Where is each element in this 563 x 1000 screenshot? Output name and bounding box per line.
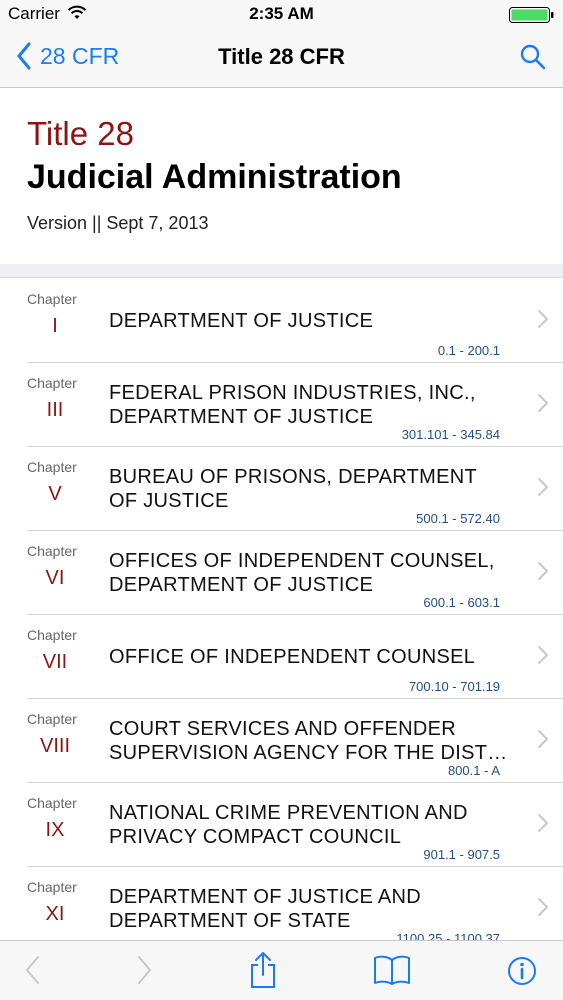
back-button[interactable]: 28 CFR (16, 42, 119, 70)
chevron-right-icon (538, 814, 548, 832)
bottom-toolbar (0, 940, 563, 1000)
chapter-numeral: I (52, 315, 58, 337)
chapter-label: Chapter (27, 459, 77, 475)
search-icon[interactable] (519, 43, 547, 71)
section-divider (0, 264, 563, 278)
chapter-row[interactable]: Chapter III FEDERAL PRISON INDUSTRIES, INC… (27, 363, 563, 447)
chapter-label: Chapter (27, 375, 77, 391)
chapter-label: Chapter (27, 291, 77, 307)
chapter-row[interactable]: Chapter VII OFFICE OF INDEPENDENT COUNSEL 7… (27, 615, 563, 699)
bookmarks-icon[interactable] (373, 954, 411, 986)
chapter-name: OFFICES OF INDEPENDENT COUNSEL, DEPARTMEN… (109, 549, 509, 597)
chapter-name-line: FEDERAL PRISON INDUSTRIES, INC., (109, 382, 476, 404)
chapter-section-range: 700.10 - 701.19 (408, 679, 500, 694)
chapter-section-range: 1100.25 - 1100.37 (396, 931, 500, 940)
chapter-name: DEPARTMENT OF JUSTICE AND DEPARTMENT OF S… (109, 885, 509, 933)
chapter-numeral: VII (42, 651, 68, 673)
chapter-section-range: 500.1 - 572.40 (416, 511, 500, 526)
chapter-name: DEPARTMENT OF JUSTICE (109, 309, 509, 333)
back-button-label: 28 CFR (40, 42, 120, 69)
chapter-numeral: XI (45, 903, 65, 925)
chapter-section-range: 301.101 - 345.84 (401, 427, 500, 442)
chapter-name-line: DEPARTMENT OF STATE (109, 910, 351, 932)
chapter-numeral: VI (45, 567, 65, 589)
chapter-row[interactable]: Chapter I DEPARTMENT OF JUSTICE 0.1 - 200.1 (27, 279, 563, 363)
status-bar: Carrier 2:35 AM (0, 0, 563, 30)
chapter-name: BUREAU OF PRISONS, DEPARTMENT OF JUSTICE (109, 465, 509, 513)
chevron-left-icon (17, 42, 31, 70)
chapter-name-line: DEPARTMENT OF JUSTICE (109, 406, 374, 428)
chapter-name-line: DEPARTMENT OF JUSTICE AND (109, 886, 421, 908)
chapter-numeral: VIII (39, 735, 70, 757)
chapter-numeral: III (46, 399, 64, 421)
chevron-right-icon (538, 646, 548, 664)
chevron-right-icon (538, 898, 548, 916)
chapter-name-line: DEPARTMENT OF JUSTICE (109, 574, 374, 596)
chapter-name: NATIONAL CRIME PREVENTION AND PRIVACY COM… (109, 801, 509, 849)
chapter-name-line: PRIVACY COMPACT COUNCIL (109, 826, 402, 848)
chapter-name-line: OFFICES OF INDEPENDENT COUNSEL, (109, 550, 495, 572)
forward-arrow-icon[interactable] (137, 955, 153, 985)
chapter-label: Chapter (27, 879, 77, 895)
chapter-row[interactable]: Chapter VI OFFICES OF INDEPENDENT COUNSEL,… (27, 531, 563, 615)
chapter-numeral: IX (45, 819, 65, 841)
nav-bar: 28 CFR Title 28 CFR (0, 30, 563, 88)
chevron-right-icon (538, 394, 548, 412)
chapter-section-range: 901.1 - 907.5 (423, 847, 500, 862)
chapter-label: Chapter (27, 711, 77, 727)
chevron-right-icon (538, 478, 548, 496)
chapter-row[interactable]: Chapter XI DEPARTMENT OF JUSTICE AND DEPART… (27, 867, 563, 940)
chapter-row[interactable]: Chapter V BUREAU OF PRISONS, DEPARTMENT OF … (27, 447, 563, 531)
title-name: Judicial Administration (27, 158, 402, 196)
chapter-section-range: 0.1 - 200.1 (437, 343, 500, 358)
chapter-name-line: NATIONAL CRIME PREVENTION AND (109, 802, 468, 824)
chapter-name-line: OF JUSTICE (109, 490, 229, 512)
chapter-name-line: OFFICE OF INDEPENDENT COUNSEL (109, 646, 476, 668)
info-icon[interactable] (507, 956, 537, 986)
chapter-name-line: BUREAU OF PRISONS, DEPARTMENT (109, 466, 478, 488)
chapter-numeral: V (48, 483, 62, 505)
chapter-name: OFFICE OF INDEPENDENT COUNSEL (109, 645, 509, 669)
back-arrow-icon[interactable] (24, 955, 40, 985)
chapter-name-line: DEPARTMENT OF JUSTICE (109, 310, 374, 332)
chapter-label: Chapter (27, 795, 77, 811)
chapter-row[interactable]: Chapter IX NATIONAL CRIME PREVENTION AND PR… (27, 783, 563, 867)
chapter-label: Chapter (27, 627, 77, 643)
version-label: Version || Sept 7, 2013 (27, 213, 209, 233)
share-icon[interactable] (248, 951, 278, 989)
chapter-name-line: SUPERVISION AGENCY FOR THE DIST… (109, 742, 508, 764)
chapter-label: Chapter (27, 543, 77, 559)
chevron-right-icon (538, 310, 548, 328)
title-number: Title 28 (27, 115, 134, 152)
chapter-name: COURT SERVICES AND OFFENDER SUPERVISION A… (109, 717, 509, 765)
chevron-right-icon (538, 562, 548, 580)
chapter-name: FEDERAL PRISON INDUSTRIES, INC., DEPARTME… (109, 381, 509, 429)
status-time: 2:35 AM (249, 4, 314, 23)
chapter-list: Chapter I DEPARTMENT OF JUSTICE 0.1 - 200.1… (0, 279, 563, 940)
chapter-row[interactable]: Chapter VIII COURT SERVICES AND OFFENDER SU… (27, 699, 563, 783)
chevron-right-icon (538, 730, 548, 748)
chapter-section-range: 600.1 - 603.1 (423, 595, 500, 610)
chapter-section-range: 800.1 - A (447, 763, 500, 778)
chapter-name-line: COURT SERVICES AND OFFENDER (109, 718, 457, 740)
title-header: Title 28 Judicial Administration Version… (0, 89, 563, 264)
battery-icon (509, 7, 554, 23)
